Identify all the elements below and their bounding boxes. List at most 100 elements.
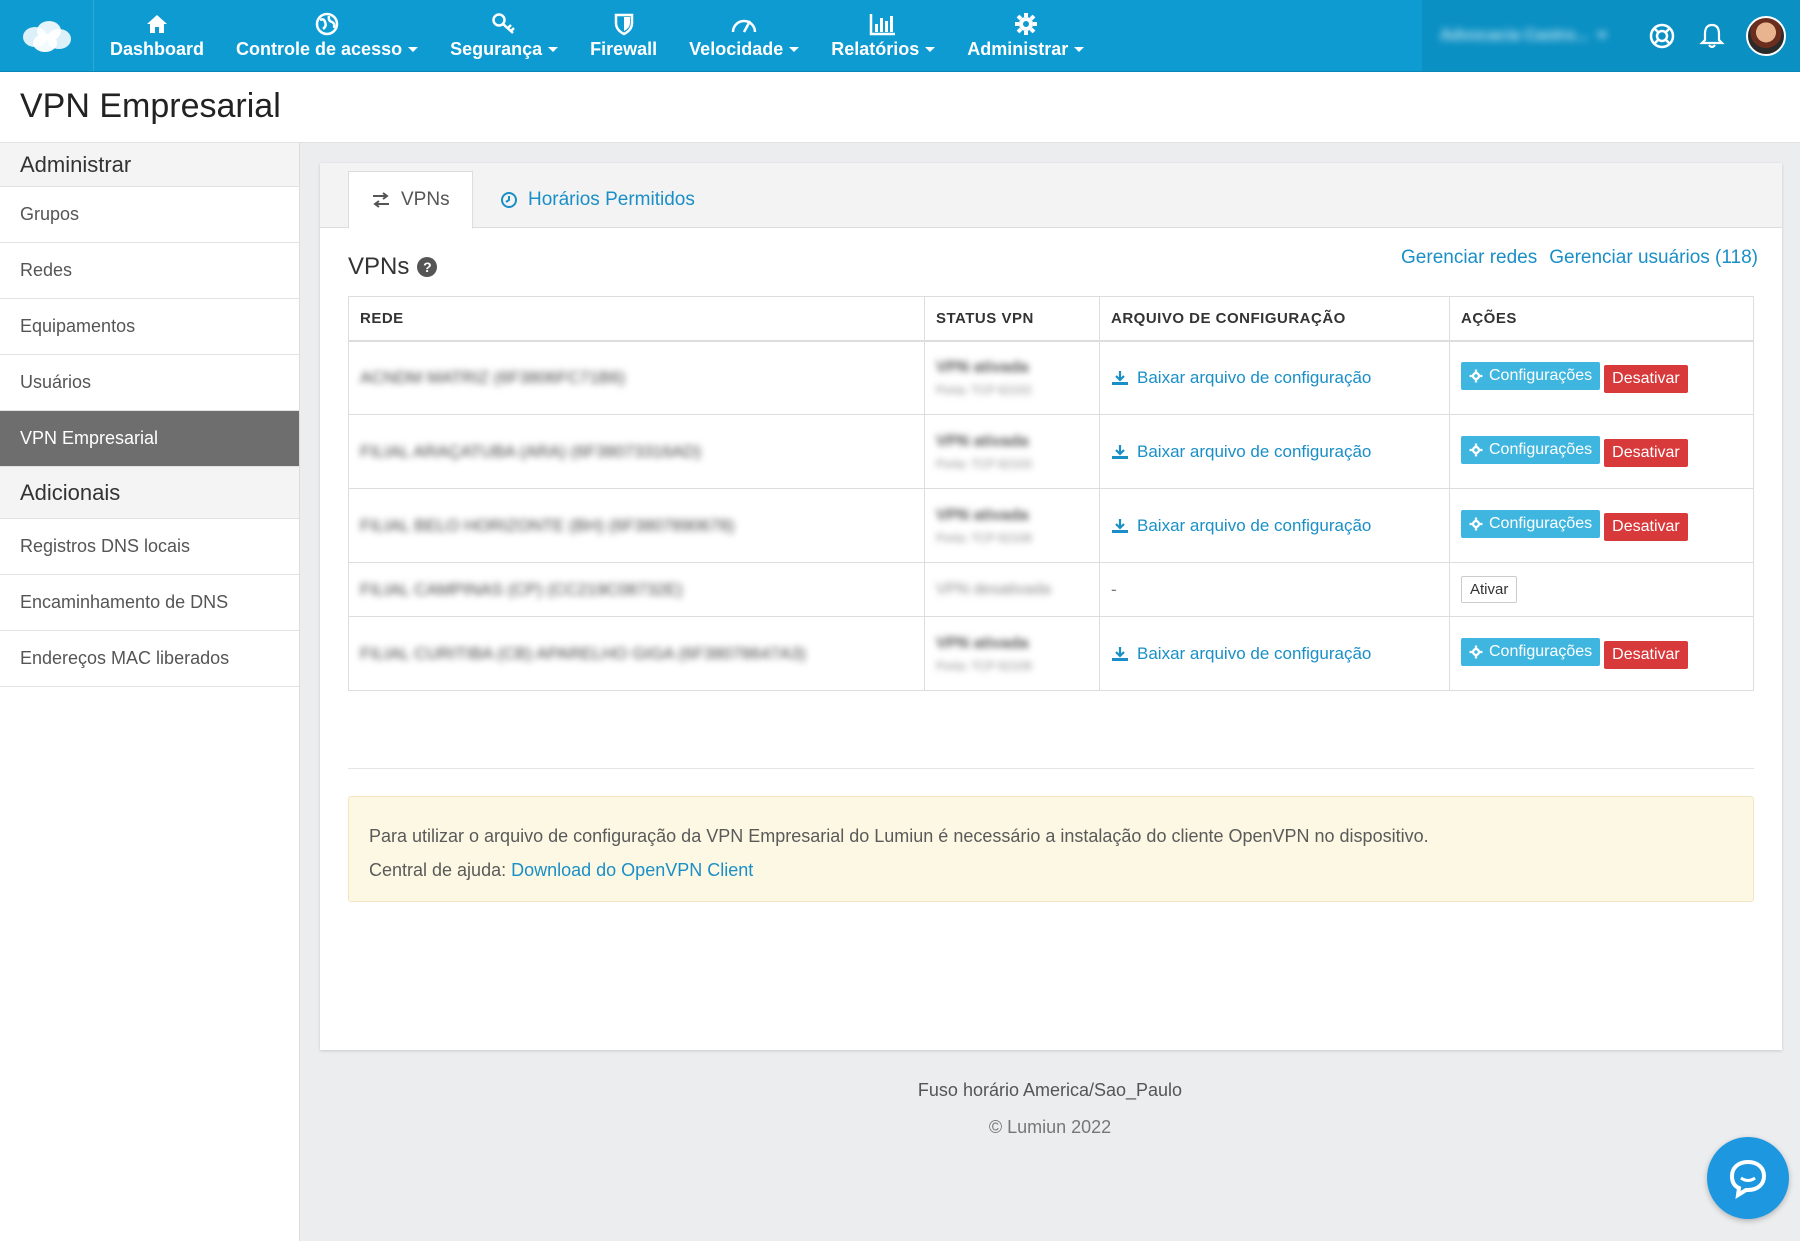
configuracoes-button[interactable]: Configurações xyxy=(1461,638,1601,666)
download-config-label: Baixar arquivo de configuração xyxy=(1137,515,1372,535)
row-config-file: Baixar arquivo de configuração xyxy=(1099,616,1450,691)
support-button[interactable] xyxy=(1646,20,1678,52)
sidebar-item-grupos[interactable]: Grupos xyxy=(0,187,299,243)
nav-relatorios[interactable]: Relatórios xyxy=(815,0,951,71)
account-selector[interactable]: Advocacia Castro... xyxy=(1428,27,1628,45)
sidebar-item-vpn-empresarial[interactable]: VPN Empresarial xyxy=(0,411,299,467)
download-icon xyxy=(1112,370,1128,385)
vpns-heading: VPNs ? xyxy=(348,253,438,281)
network-name: FILIAL ARAÇATUBA (ARA) (6F38073316AD) xyxy=(360,441,702,461)
sidebar-item-usuarios[interactable]: Usuários xyxy=(0,355,299,411)
sidebar-item-encaminhamento-dns[interactable]: Encaminhamento de DNS xyxy=(0,575,299,631)
account-name: Advocacia Castro... xyxy=(1440,26,1589,44)
desativar-button[interactable]: Desativar xyxy=(1604,641,1688,669)
nav-administrar[interactable]: Administrar xyxy=(951,0,1100,71)
nav-dashboard[interactable]: Dashboard xyxy=(94,0,220,71)
chat-bubble-icon xyxy=(1729,1159,1767,1199)
footer-copyright: © Lumiun 2022 xyxy=(988,1117,1112,1137)
table-row: ACNDM MATRIZ (6F3806FC71B6) VPN ativada P… xyxy=(348,340,1754,415)
row-config-file: - xyxy=(1099,562,1450,617)
col-rede: REDE xyxy=(348,296,925,342)
tab-horarios-label: Horários Permitidos xyxy=(528,189,695,210)
row-rede: FILIAL BELO HORIZONTE (BH) (6F3807890678… xyxy=(348,488,925,563)
nav-velocidade[interactable]: Velocidade xyxy=(673,0,815,71)
lumiun-logo[interactable] xyxy=(0,0,94,71)
gear-icon xyxy=(1469,645,1483,659)
download-config-link[interactable]: Baixar arquivo de configuração xyxy=(1111,442,1438,462)
desativar-button[interactable]: Desativar xyxy=(1604,439,1688,467)
notifications-button[interactable] xyxy=(1696,20,1728,52)
home-icon xyxy=(147,15,168,33)
row-status: VPN ativada Porta: TCP 62103 xyxy=(924,414,1100,489)
vpn-port: Porta: TCP 62108 xyxy=(936,530,1032,545)
alert-line-2: Central de ajuda: Download do OpenVPN Cl… xyxy=(369,853,1733,887)
desativar-button[interactable]: Desativar xyxy=(1604,513,1688,541)
configuracoes-button[interactable]: Configurações xyxy=(1461,362,1601,391)
nav-administrar-label: Administrar xyxy=(967,39,1069,59)
configuracoes-label: Configurações xyxy=(1489,441,1593,458)
download-config-link[interactable]: Baixar arquivo de configuração xyxy=(1111,516,1438,536)
tab-horarios-permitidos[interactable]: Horários Permitidos xyxy=(478,171,717,229)
download-config-link[interactable]: Baixar arquivo de configuração xyxy=(1111,644,1438,664)
download-icon xyxy=(1112,518,1128,533)
manage-users-link[interactable]: Gerenciar usuários (118) xyxy=(1549,247,1758,269)
table-header-row: REDE STATUS VPN ARQUIVO DE CONFIGURAÇÃO … xyxy=(348,296,1754,342)
question-circle-icon[interactable]: ? xyxy=(417,257,438,277)
sidebar-item-registros-dns[interactable]: Registros DNS locais xyxy=(0,519,299,575)
alert-help-prefix: Central de ajuda: xyxy=(369,860,507,880)
configuracoes-button[interactable]: Configurações xyxy=(1461,510,1601,538)
ativar-button[interactable]: Ativar xyxy=(1461,576,1518,603)
nav-velocidade-label: Velocidade xyxy=(689,39,784,59)
sidebar-section-administrar: Administrar xyxy=(0,143,299,187)
user-avatar[interactable] xyxy=(1746,15,1786,56)
row-status: VPN ativada Porta: TCP 62108 xyxy=(924,488,1100,563)
download-openvpn-link[interactable]: Download do OpenVPN Client xyxy=(511,860,753,880)
nav-controle-de-acesso[interactable]: Controle de acesso xyxy=(220,0,434,71)
page-title: VPN Empresarial xyxy=(20,87,281,125)
vpns-heading-text: VPNs xyxy=(348,253,410,280)
chevron-down-icon xyxy=(789,47,800,52)
nav-seguranca-label: Segurança xyxy=(450,39,543,59)
footer: Fuso horário America/Sao_Paulo © Lumiun … xyxy=(300,1080,1800,1138)
configuracoes-label: Configurações xyxy=(1489,643,1593,660)
alert-line-1: Para utilizar o arquivo de configuração … xyxy=(369,826,1429,846)
chevron-down-icon xyxy=(408,47,419,52)
gear-icon xyxy=(1469,443,1483,457)
section-divider xyxy=(348,768,1754,769)
row-actions: Configurações Desativar xyxy=(1449,616,1754,691)
row-status: VPN ativada Porta: TCP 62102 xyxy=(924,340,1100,415)
vpn-status: VPN ativada xyxy=(936,432,1029,450)
configuracoes-button[interactable]: Configurações xyxy=(1461,436,1601,464)
bell-icon xyxy=(1699,23,1725,48)
col-acoes: AÇÕES xyxy=(1449,296,1754,342)
top-navbar: Dashboard Controle de acesso Segurança F… xyxy=(0,0,1800,72)
chevron-down-icon xyxy=(548,47,559,52)
nav-firewall[interactable]: Firewall xyxy=(574,0,673,71)
chevron-down-icon xyxy=(1596,33,1607,38)
row-actions: Configurações Desativar xyxy=(1449,340,1754,415)
table-row: FILIAL BELO HORIZONTE (BH) (6F3807890678… xyxy=(348,488,1754,563)
footer-timezone: Fuso horário America/Sao_Paulo xyxy=(917,1080,1183,1100)
nav-seguranca[interactable]: Segurança xyxy=(434,0,574,71)
top-right-area: Advocacia Castro... xyxy=(1422,0,1800,71)
row-rede: FILIAL CURITIBA (CB) APARELHO GIGA (6F38… xyxy=(348,616,925,691)
chat-widget-button[interactable] xyxy=(1707,1137,1789,1219)
configuracoes-label: Configurações xyxy=(1489,515,1593,532)
download-config-link[interactable]: Baixar arquivo de configuração xyxy=(1111,368,1438,388)
main-nav: Dashboard Controle de acesso Segurança F… xyxy=(94,0,1100,71)
vpn-status: VPN ativada xyxy=(936,634,1029,652)
main-content: VPNs Horários Permitidos VPNs ? Gerencia… xyxy=(300,143,1800,1241)
vpn-port: Porta: TCP 62109 xyxy=(936,658,1032,673)
network-name: FILIAL CURITIBA (CB) APARELHO GIGA (6F38… xyxy=(360,643,806,663)
configuracoes-label: Configurações xyxy=(1489,367,1593,385)
desativar-button[interactable]: Desativar xyxy=(1604,365,1688,394)
sidebar-item-enderecos-mac[interactable]: Endereços MAC liberados xyxy=(0,631,299,687)
sidebar-item-equipamentos[interactable]: Equipamentos xyxy=(0,299,299,355)
manage-networks-link[interactable]: Gerenciar redes xyxy=(1401,247,1537,269)
nav-controle-label: Controle de acesso xyxy=(236,39,403,59)
vpn-status: VPN ativada xyxy=(936,358,1029,376)
row-rede: ACNDM MATRIZ (6F3806FC71B6) xyxy=(348,340,925,415)
tab-vpns[interactable]: VPNs xyxy=(348,171,473,229)
nav-relatorios-label: Relatórios xyxy=(831,39,920,59)
sidebar-item-redes[interactable]: Redes xyxy=(0,243,299,299)
